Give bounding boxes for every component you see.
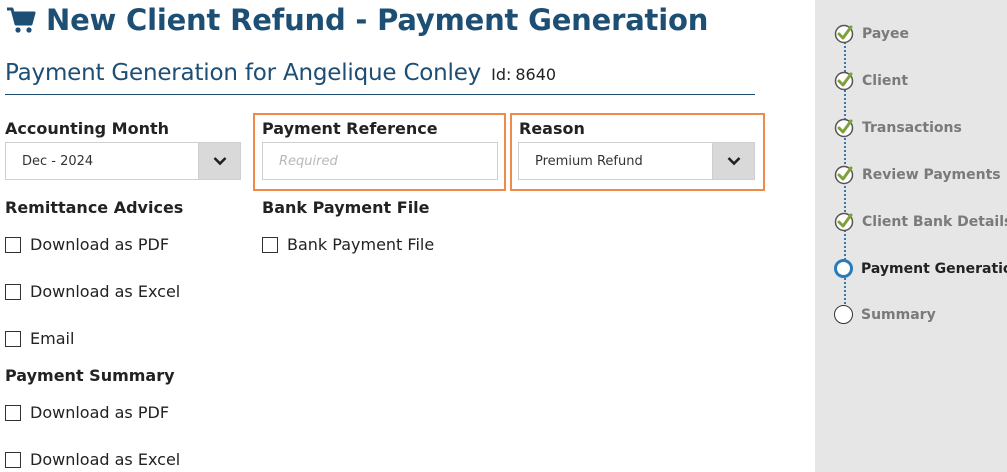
step-label: Payment Generation <box>861 260 1007 277</box>
remittance-pdf-checkbox[interactable] <box>5 236 21 253</box>
bank-payment-file-label: Bank Payment File <box>262 198 430 217</box>
summary-pdf-label: Download as PDF <box>30 403 170 422</box>
pending-step-circle-icon <box>834 305 853 324</box>
accounting-month-select[interactable]: Dec - 2024 <box>5 142 241 180</box>
chevron-down-icon[interactable] <box>198 143 240 179</box>
check-circle-icon <box>834 118 854 138</box>
accounting-month-value: Dec - 2024 <box>22 153 94 169</box>
step-label: Summary <box>861 306 936 323</box>
main-content: New Client Refund - Payment Generation P… <box>0 0 815 472</box>
remittance-excel-label: Download as Excel <box>30 282 181 301</box>
reason-value: Premium Refund <box>535 153 643 169</box>
payment-summary-label: Payment Summary <box>5 366 175 385</box>
summary-excel-label: Download as Excel <box>30 450 181 469</box>
check-circle-icon <box>834 24 854 44</box>
remittance-pdf-option[interactable]: Download as PDF <box>5 235 169 254</box>
payment-reference-label: Payment Reference <box>262 119 438 138</box>
step-transactions[interactable]: Transactions <box>834 118 962 138</box>
step-review-payments[interactable]: Review Payments <box>834 165 1001 185</box>
remittance-excel-option[interactable]: Download as Excel <box>5 282 180 301</box>
remittance-email-option[interactable]: Email <box>5 329 74 348</box>
step-label: Client Bank Details <box>862 214 1007 230</box>
step-label: Review Payments <box>862 167 1001 183</box>
summary-pdf-checkbox[interactable] <box>5 404 21 421</box>
step-client-bank-details[interactable]: Client Bank Details <box>834 212 1007 232</box>
step-label: Transactions <box>862 120 962 136</box>
payment-reference-input[interactable] <box>262 142 498 180</box>
sub-header-title: Payment Generation for Angelique Conley <box>5 60 482 86</box>
summary-excel-checkbox[interactable] <box>5 451 21 468</box>
step-label: Payee <box>862 26 910 42</box>
sub-header: Payment Generation for Angelique Conley … <box>5 60 755 95</box>
step-payee[interactable]: Payee <box>834 24 909 44</box>
wizard-steps-sidebar: Payee Client Transactions Review Payment… <box>815 0 1007 472</box>
step-client[interactable]: Client <box>834 71 908 91</box>
remittance-advices-label: Remittance Advices <box>5 198 184 217</box>
accounting-month-label: Accounting Month <box>5 119 170 138</box>
shopping-cart-icon <box>7 7 36 33</box>
remittance-pdf-label: Download as PDF <box>30 235 170 254</box>
summary-excel-option[interactable]: Download as Excel <box>5 450 180 469</box>
check-circle-icon <box>834 71 854 91</box>
id-value: 8640 <box>515 65 557 84</box>
step-label: Client <box>862 73 909 89</box>
step-payment-generation[interactable]: Payment Generation <box>834 259 1007 278</box>
page-title: New Client Refund - Payment Generation <box>6 0 708 40</box>
check-circle-icon <box>834 212 854 232</box>
id-label: Id: <box>491 65 512 84</box>
page-heading: New Client Refund - Payment Generation <box>46 3 709 37</box>
current-step-circle-icon <box>834 259 853 278</box>
bank-payment-file-option[interactable]: Bank Payment File <box>262 235 434 254</box>
reason-select[interactable]: Premium Refund <box>518 142 755 180</box>
remittance-email-label: Email <box>30 329 75 348</box>
chevron-down-icon[interactable] <box>712 143 754 179</box>
remittance-excel-checkbox[interactable] <box>5 283 21 300</box>
summary-pdf-option[interactable]: Download as PDF <box>5 403 169 422</box>
bank-payment-file-checkbox[interactable] <box>262 236 278 253</box>
check-circle-icon <box>834 165 854 185</box>
reason-label: Reason <box>519 119 585 138</box>
remittance-email-checkbox[interactable] <box>5 330 21 347</box>
bank-payment-file-option-label: Bank Payment File <box>287 235 435 254</box>
step-summary[interactable]: Summary <box>834 305 936 324</box>
